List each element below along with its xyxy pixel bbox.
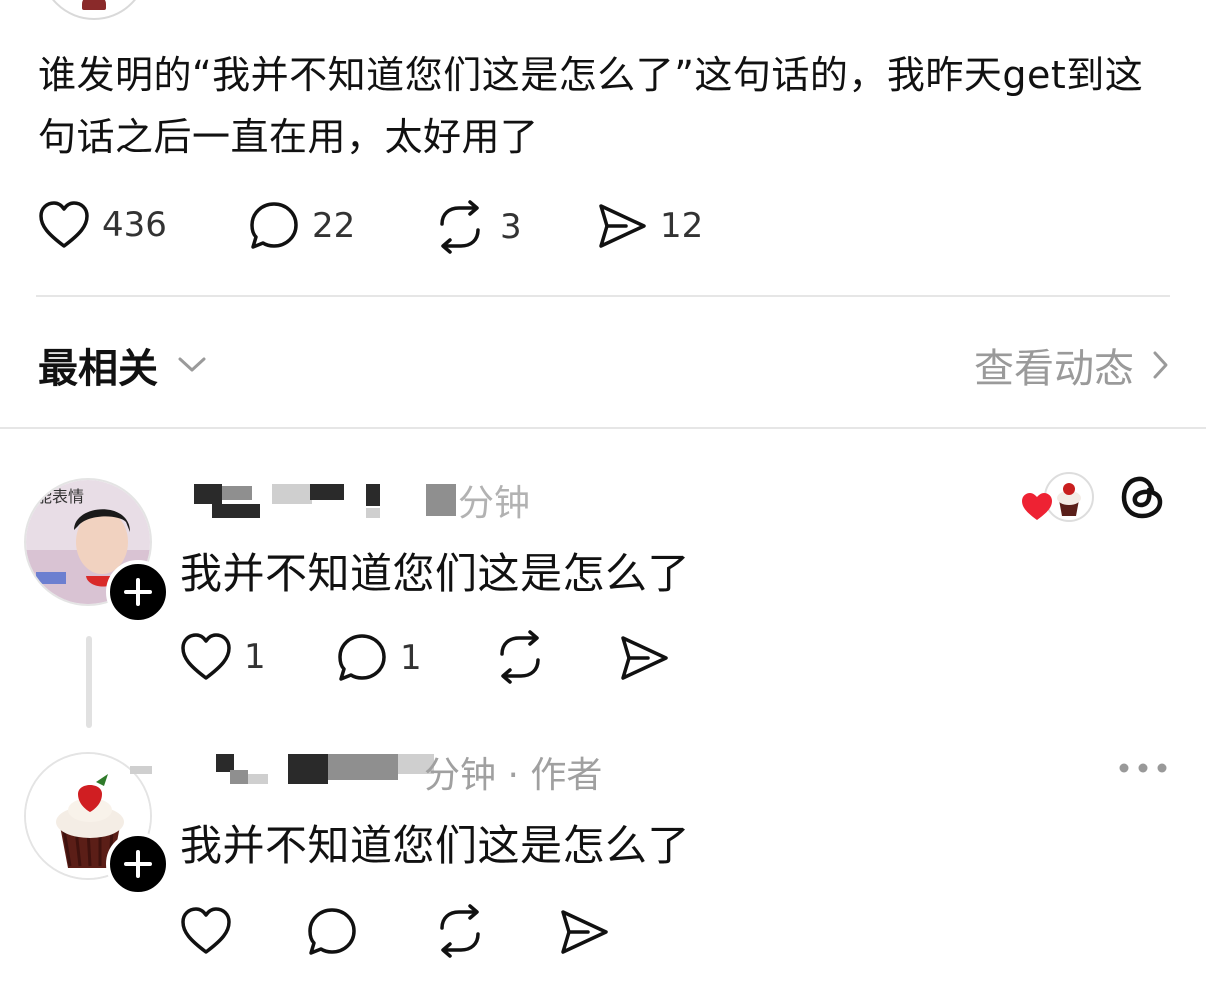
repost-icon: [440, 904, 480, 958]
author-username-redacted[interactable]: [130, 750, 450, 796]
reply-share-button[interactable]: [618, 632, 670, 684]
section-divider: [36, 295, 1170, 297]
plus-icon: [124, 850, 152, 878]
post-body: 谁发明的“我并不知道您们这是怎么了”这句话的，我昨天get到这句话之后一直在用，…: [38, 53, 1144, 159]
like-button[interactable]: 436: [38, 200, 167, 250]
author-reply-comment-button[interactable]: [306, 906, 358, 958]
chevron-right-icon: [1153, 351, 1168, 379]
author-reply-body: 我并不知道您们这是怎么了: [180, 821, 691, 870]
op-avatar[interactable]: [40, 0, 148, 20]
repost-icon: [440, 200, 480, 254]
sort-label: 最相关: [38, 346, 158, 392]
author-timestamp: 分钟 · 作者: [424, 755, 603, 796]
reply-like-button[interactable]: 1: [180, 632, 266, 682]
sort-dropdown[interactable]: 最相关: [38, 336, 208, 394]
heart-icon: [181, 907, 231, 954]
comment-count: 22: [312, 206, 356, 246]
like-count: 436: [102, 205, 167, 245]
reply-body: 我并不知道您们这是怎么了: [180, 549, 691, 598]
reply-timestamp: 分钟: [458, 483, 531, 524]
share-icon: [561, 910, 608, 954]
reply-comment-count: 1: [400, 638, 422, 678]
repost-count: 3: [500, 207, 522, 247]
repost-button[interactable]: 3: [432, 200, 522, 254]
comment-icon: [250, 202, 298, 249]
comment-icon: [338, 634, 386, 681]
share-count: 12: [660, 206, 704, 246]
op-avatar-image: [82, 0, 106, 10]
author-reply-like-button[interactable]: [180, 906, 232, 956]
reply-like-count: 1: [244, 637, 266, 677]
svg-text:能表情: 能表情: [36, 487, 84, 506]
repost-icon: [500, 630, 540, 684]
threads-logo-icon[interactable]: [1118, 472, 1168, 522]
follow-button[interactable]: [106, 560, 170, 624]
share-icon: [621, 636, 668, 680]
chevron-down-icon: [178, 357, 206, 372]
reply-comment-button[interactable]: 1: [336, 632, 422, 684]
view-activity-link[interactable]: 查看动态: [974, 336, 1170, 394]
author-reply-share-button[interactable]: [558, 906, 610, 958]
author-reply-repost-button[interactable]: [432, 904, 488, 958]
heart-icon: [1022, 493, 1052, 520]
view-activity-label: 查看动态: [974, 346, 1134, 392]
plus-icon: [124, 578, 152, 606]
follow-button[interactable]: [106, 832, 170, 896]
sort-divider: [0, 427, 1206, 429]
reply-repost-button[interactable]: [492, 630, 548, 684]
share-icon: [599, 204, 646, 248]
thread-line: [86, 636, 92, 728]
heart-icon: [181, 633, 231, 680]
share-button[interactable]: 12: [596, 200, 703, 252]
heart-icon: [39, 201, 89, 248]
liked-by-author: [1020, 472, 1096, 522]
comment-button[interactable]: 22: [248, 200, 355, 252]
comment-icon: [308, 908, 356, 955]
more-icon[interactable]: [1118, 760, 1168, 776]
